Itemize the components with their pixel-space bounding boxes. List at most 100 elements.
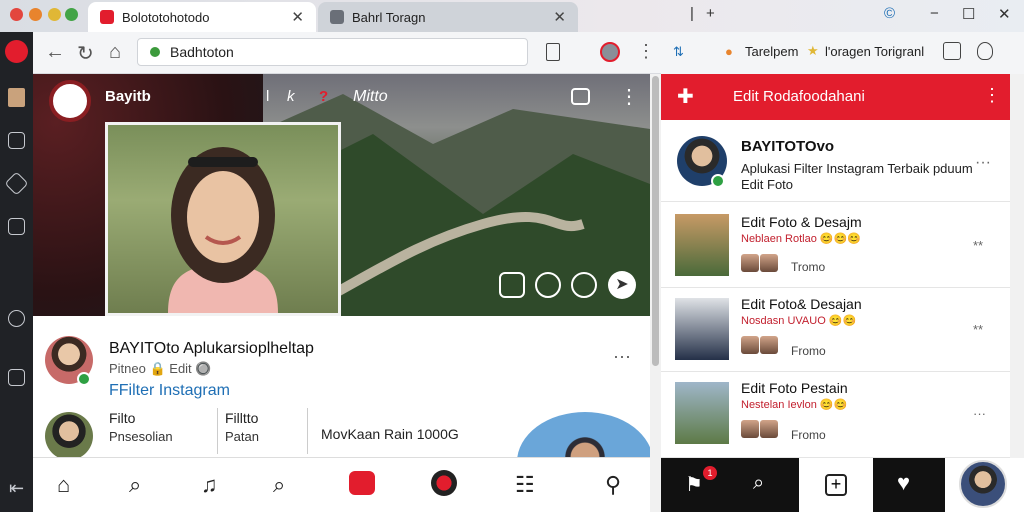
likes-tab[interactable]: ♥ [873, 458, 945, 512]
tab-label: Bolototohotodo [122, 9, 210, 25]
url-field[interactable]: Badhtoton [137, 38, 528, 66]
card-2[interactable]: Edit Foto& Desajan Nosdasn UVAUO 😊😊 From… [661, 288, 1010, 372]
window-separator: | [690, 5, 694, 22]
post-title: BAYITOto Aplukarsioplheltap [109, 340, 314, 357]
header-title: Mitto [353, 88, 388, 105]
heart-icon: ♥ [897, 470, 911, 495]
tab-inactive[interactable]: Bahrl Toragn ✕ [318, 2, 578, 32]
menu-dots-icon[interactable]: ⋮ [637, 41, 655, 62]
scrollbar-thumb[interactable] [652, 76, 659, 366]
reload-icon[interactable]: ↻ [77, 41, 94, 66]
hexagon-icon[interactable] [4, 171, 29, 196]
live-icon[interactable] [431, 470, 457, 496]
secure-icon [150, 47, 160, 57]
new-tab-button[interactable]: + [706, 5, 715, 22]
profile-icon[interactable]: ⚲ [605, 472, 621, 498]
panel-title: Edit Rodafoodahani [733, 88, 865, 105]
profile-avatar[interactable] [959, 460, 1007, 508]
minimize-icon[interactable]: − [930, 5, 939, 22]
instagram-pane: Bayitb l k ? Mitto ⋮ ➤ BAYITOto Aplukars… [33, 74, 650, 512]
card-subtitle: Neblaen Rotlao 😊😊😊 [741, 233, 861, 245]
column-divider [217, 408, 218, 454]
extension-avatar-icon[interactable] [600, 42, 620, 62]
add-tab[interactable]: + [799, 458, 873, 512]
close-tab-icon[interactable]: ✕ [553, 8, 566, 26]
profile-thumb-icon[interactable] [8, 88, 25, 107]
reader-icon[interactable] [546, 43, 560, 61]
notification-badge: 1 [703, 466, 717, 480]
panel-scrollbar[interactable] [1010, 74, 1024, 462]
gallery-icon[interactable] [499, 272, 525, 298]
card-thumb [675, 382, 729, 444]
bookmark-1[interactable]: Tarelpem [745, 44, 798, 59]
card-title: Edit Foto Pestain [741, 380, 848, 396]
search-tab[interactable]: ⌕ [729, 458, 799, 512]
hero-banner: Bayitb l k ? Mitto ⋮ ➤ [33, 74, 650, 316]
maximize-icon[interactable]: ☐ [962, 5, 975, 23]
panel-menu-icon[interactable]: ⋮ [983, 85, 1001, 106]
col2-top: Filltto [225, 410, 259, 426]
bookmark-arrows-icon[interactable]: ⇅ [673, 44, 684, 60]
card-1[interactable]: Edit Foto & Desajm Neblaen Rotlao 😊😊😊 Tr… [661, 202, 1010, 288]
bookmark-icon[interactable] [8, 218, 25, 235]
book-icon[interactable]: ☷ [515, 472, 535, 498]
col1-top: Filto [109, 410, 136, 426]
more-icon[interactable]: ⋮ [619, 84, 639, 109]
translate-icon[interactable] [943, 42, 961, 60]
left-rail: ⇤ [0, 32, 33, 512]
card-subtitle: Nestelan Ievlon 😊😊 [741, 399, 848, 411]
bookmark-2[interactable]: l'oragen Torigranl [825, 44, 924, 59]
fullscreen-window-dot[interactable] [65, 8, 78, 21]
settings-icon[interactable] [8, 310, 25, 327]
home-icon[interactable]: ⌂ [57, 472, 70, 498]
panel-icon[interactable] [8, 369, 25, 386]
home-icon[interactable]: ⌂ [109, 41, 121, 64]
second-avatar[interactable] [45, 412, 93, 460]
next-button[interactable]: ➤ [608, 271, 636, 299]
add-icon: + [825, 474, 847, 496]
app-logo-icon[interactable] [5, 40, 28, 63]
maximize-window-dot[interactable] [48, 8, 61, 21]
profile-avatar-icon[interactable] [49, 80, 91, 122]
main-scrollbar[interactable] [650, 74, 661, 512]
filter-icon[interactable] [535, 272, 561, 298]
tab-active[interactable]: Bolototohotodo ✕ [88, 2, 316, 32]
collapse-icon[interactable]: ⇤ [9, 478, 24, 499]
chat-icon[interactable] [8, 132, 25, 149]
profile-card[interactable]: BAYITOTOvo Aplukasi Filter Instagram Ter… [661, 120, 1010, 202]
post-more-icon[interactable]: ··· [613, 346, 631, 367]
message-icon[interactable] [571, 88, 590, 105]
card-mini-thumb [741, 254, 759, 272]
profile-name: BAYITOTOvo [741, 138, 835, 155]
main-photo[interactable] [105, 122, 341, 316]
card-meta: Tromo [791, 260, 826, 274]
shield-icon[interactable] [977, 42, 993, 60]
card-count: ** [973, 322, 984, 337]
reels-tab[interactable]: ⚑ 1 [661, 458, 729, 512]
col1-bottom: Pnsesolian [109, 429, 173, 444]
extension-icon[interactable]: © [884, 5, 895, 22]
post-link[interactable]: FFilter Instagram [109, 382, 230, 400]
close-tab-icon[interactable]: ✕ [291, 8, 304, 26]
card-mini-thumb [741, 420, 759, 438]
tab-strip: Bolototohotodo ✕ Bahrl Toragn ✕ | + © − … [0, 0, 1024, 32]
portrait-illustration [168, 147, 278, 313]
reels-icon[interactable] [349, 471, 375, 495]
close-window-icon[interactable]: ✕ [998, 5, 1011, 23]
back-icon[interactable]: ← [45, 41, 65, 64]
tab-favicon-icon [330, 10, 344, 24]
close-window-dot[interactable] [10, 8, 23, 21]
card-subtitle: Nosdasn UVAUO 😊😊 [741, 315, 857, 327]
panel-header: ✚ Edit Rodafoodahani ⋮ [661, 74, 1010, 120]
profile-more-icon[interactable]: ··· [975, 154, 991, 172]
tab-label: Bahrl Toragn [352, 9, 426, 25]
card-mini-thumb [760, 336, 778, 354]
minimize-window-dot[interactable] [29, 8, 42, 21]
explore-icon[interactable]: ⌕ [273, 472, 285, 498]
emoji-icon[interactable] [571, 272, 597, 298]
card-3[interactable]: Edit Foto Pestain Nestelan Ievlon 😊😊 Fro… [661, 372, 1010, 458]
verified-icon [77, 372, 91, 386]
card-thumb [675, 298, 729, 360]
notifications-icon[interactable]: ♫ [201, 472, 218, 498]
search-icon[interactable]: ⌕ [129, 472, 141, 498]
